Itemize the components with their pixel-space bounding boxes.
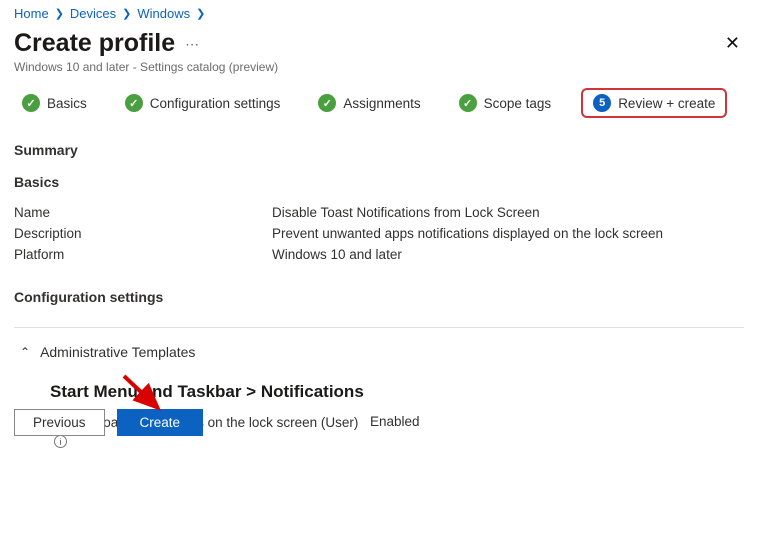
- chevron-right-icon: ❯: [196, 7, 205, 20]
- kv-row-name: Name Disable Toast Notifications from Lo…: [14, 202, 744, 223]
- check-icon: ✓: [22, 94, 40, 112]
- create-button[interactable]: Create: [117, 409, 204, 436]
- step-label: Basics: [47, 96, 87, 111]
- chevron-right-icon: ❯: [122, 7, 131, 20]
- step-scope-tags[interactable]: ✓ Scope tags: [451, 88, 560, 118]
- config-heading: Configuration settings: [14, 289, 744, 305]
- info-icon[interactable]: i: [54, 435, 67, 448]
- wizard-stepper: ✓ Basics ✓ Configuration settings ✓ Assi…: [14, 88, 744, 118]
- page-subtitle: Windows 10 and later - Settings catalog …: [14, 60, 744, 74]
- step-review-create[interactable]: 5 Review + create: [581, 88, 727, 118]
- check-icon: ✓: [459, 94, 477, 112]
- basics-heading: Basics: [14, 174, 744, 190]
- chevron-up-icon: ⌃: [20, 345, 30, 359]
- breadcrumb: Home ❯ Devices ❯ Windows ❯: [14, 4, 744, 29]
- kv-value: Windows 10 and later: [272, 247, 744, 262]
- kv-value: Prevent unwanted apps notifications disp…: [272, 226, 744, 241]
- chevron-right-icon: ❯: [55, 7, 64, 20]
- expander-administrative-templates[interactable]: ⌃ Administrative Templates: [14, 328, 744, 364]
- kv-value: Disable Toast Notifications from Lock Sc…: [272, 205, 744, 220]
- settings-subcategory: Start Menu and Taskbar > Notifications: [50, 382, 744, 402]
- wizard-footer: Previous Create: [14, 409, 203, 436]
- step-number-icon: 5: [593, 94, 611, 112]
- kv-key: Platform: [14, 247, 272, 262]
- step-label: Configuration settings: [150, 96, 281, 111]
- summary-heading: Summary: [14, 142, 744, 158]
- kv-row-platform: Platform Windows 10 and later: [14, 244, 744, 265]
- step-label: Assignments: [343, 96, 420, 111]
- more-options-icon[interactable]: ⋯: [185, 37, 200, 51]
- check-icon: ✓: [125, 94, 143, 112]
- step-label: Scope tags: [484, 96, 552, 111]
- page-title: Create profile: [14, 29, 175, 58]
- setting-value: Enabled: [370, 414, 420, 429]
- step-configuration-settings[interactable]: ✓ Configuration settings: [117, 88, 289, 118]
- expander-label: Administrative Templates: [40, 344, 195, 360]
- step-assignments[interactable]: ✓ Assignments: [310, 88, 428, 118]
- previous-button[interactable]: Previous: [14, 409, 105, 436]
- step-label: Review + create: [618, 96, 715, 111]
- breadcrumb-devices[interactable]: Devices: [70, 6, 116, 21]
- step-basics[interactable]: ✓ Basics: [14, 88, 95, 118]
- check-icon: ✓: [318, 94, 336, 112]
- kv-key: Name: [14, 205, 272, 220]
- close-icon[interactable]: ✕: [721, 29, 744, 58]
- kv-row-description: Description Prevent unwanted apps notifi…: [14, 223, 744, 244]
- kv-key: Description: [14, 226, 272, 241]
- breadcrumb-windows[interactable]: Windows: [137, 6, 190, 21]
- breadcrumb-home[interactable]: Home: [14, 6, 49, 21]
